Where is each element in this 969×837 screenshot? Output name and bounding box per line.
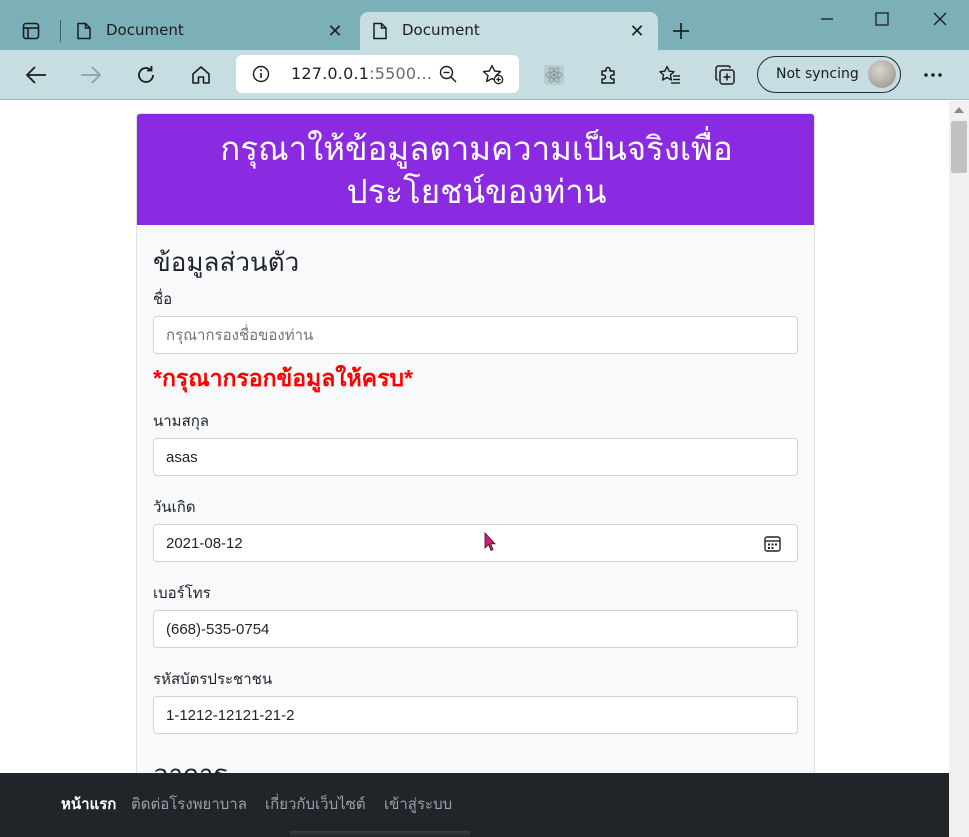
form-header: กรุณาให้ข้อมูลตามความเป็นจริงเพื่อ ประโย…: [137, 114, 814, 225]
tab-title: Document: [106, 21, 184, 39]
react-devtools-icon: [544, 65, 564, 85]
nav-item-contact-hospital[interactable]: ติดต่อโรงพยาบาล: [131, 792, 247, 816]
scroll-thumb[interactable]: [951, 121, 967, 173]
collections-icon: [715, 65, 735, 85]
first-name-field[interactable]: กรุณากรองชื่อของท่าน: [153, 316, 798, 354]
favorites-icon: [659, 65, 680, 84]
react-devtools-button[interactable]: [537, 59, 571, 91]
calendar-icon[interactable]: [764, 535, 781, 552]
browser-titlebar: Document ✕ Document ✕: [0, 0, 969, 50]
maximize-icon: [875, 12, 889, 26]
url-rest: :5500...: [369, 64, 433, 83]
validation-error: *กรุณากรอกข้อมูลให้ครบ*: [153, 365, 413, 391]
section-title-personal: ข้อมูลส่วนตัว: [153, 247, 300, 277]
tab-document-2[interactable]: Document ✕: [360, 12, 658, 50]
minimize-button[interactable]: [804, 4, 850, 34]
minimize-icon: [821, 18, 833, 20]
citizen-id-label: รหัสบัตรประชาชน: [153, 671, 273, 688]
back-arrow-icon: [25, 66, 46, 84]
maximize-button[interactable]: [859, 4, 905, 34]
phone-field[interactable]: (668)-535-0754: [153, 610, 798, 648]
header-line-2: ประโยชน์ของท่าน: [346, 173, 607, 210]
favorites-button[interactable]: [653, 59, 687, 91]
refresh-button[interactable]: [129, 59, 163, 91]
sync-status-label: Not syncing: [776, 66, 859, 82]
citizen-id-value: 1-1212-12121-21-2: [166, 706, 295, 724]
phone-value: (668)-535-0754: [166, 620, 270, 638]
last-name-label: นามสกุล: [153, 413, 209, 430]
url-host: 127.0.0.1: [291, 64, 370, 83]
birthdate-value: 2021-08-12: [166, 534, 243, 552]
window-close-icon: [933, 12, 947, 26]
zoom-out-icon[interactable]: [439, 65, 457, 83]
nav-item-home[interactable]: หน้าแรก: [61, 792, 116, 816]
plus-icon: [673, 23, 689, 39]
last-name-field[interactable]: asas: [153, 438, 798, 476]
birthdate-label: วันเกิด: [153, 499, 196, 516]
tab-actions-button[interactable]: [14, 14, 48, 48]
more-icon: [924, 73, 942, 77]
tab-separator: [60, 20, 61, 42]
mouse-cursor-icon: [484, 532, 496, 552]
close-icon[interactable]: ✕: [626, 20, 648, 42]
citizen-id-field[interactable]: 1-1212-12121-21-2: [153, 696, 798, 734]
window-close-button[interactable]: [917, 4, 963, 34]
forward-arrow-icon: [81, 66, 102, 84]
first-name-label: ชื่อ: [153, 291, 173, 308]
tab-title: Document: [402, 21, 480, 39]
address-bar[interactable]: 127.0.0.1:5500...: [236, 55, 519, 93]
last-name-value: asas: [166, 448, 198, 466]
first-name-placeholder: กรุณากรองชื่อของท่าน: [166, 327, 314, 344]
browser-toolbar: 127.0.0.1:5500... Not syncing: [0, 50, 969, 100]
document-icon: [373, 22, 387, 40]
url-text: 127.0.0.1:5500...: [291, 64, 432, 83]
more-button[interactable]: [916, 59, 950, 91]
document-icon: [77, 22, 91, 40]
info-icon[interactable]: [252, 65, 270, 83]
add-favorite-icon[interactable]: [482, 64, 504, 85]
navbar-shadow: [290, 831, 470, 837]
collections-button[interactable]: [708, 59, 742, 91]
back-button[interactable]: [19, 59, 53, 91]
page-scrollbar[interactable]: [949, 101, 969, 837]
birthdate-field[interactable]: 2021-08-12: [153, 524, 798, 562]
refresh-icon: [138, 66, 154, 83]
scroll-up-arrow-icon[interactable]: [954, 107, 964, 113]
close-icon[interactable]: ✕: [324, 20, 346, 42]
form-card: กรุณาให้ข้อมูลตามความเป็นจริงเพื่อ ประโย…: [136, 113, 815, 837]
nav-item-login[interactable]: เข้าสู่ระบบ: [384, 792, 452, 816]
home-button[interactable]: [184, 59, 218, 91]
avatar: [868, 60, 896, 88]
extensions-button[interactable]: [592, 59, 626, 91]
tab-actions-icon: [22, 22, 40, 40]
header-line-1: กรุณาให้ข้อมูลตามความเป็นจริงเพื่อ: [220, 130, 733, 167]
page-viewport: กรุณาให้ข้อมูลตามความเป็นจริงเพื่อ ประโย…: [0, 101, 949, 837]
phone-label: เบอร์โทร: [153, 585, 211, 602]
bottom-navbar: หน้าแรก ติดต่อโรงพยาบาล เกี่ยวกับเว็บไซต…: [0, 773, 949, 837]
new-tab-button[interactable]: [666, 16, 696, 46]
puzzle-icon: [601, 66, 615, 84]
nav-item-about[interactable]: เกี่ยวกับเว็บไซต์: [265, 792, 366, 816]
home-icon: [192, 66, 210, 84]
profile-sync-button[interactable]: Not syncing: [757, 56, 901, 93]
forward-button[interactable]: [74, 59, 108, 91]
tab-document-1[interactable]: Document ✕: [64, 12, 356, 50]
